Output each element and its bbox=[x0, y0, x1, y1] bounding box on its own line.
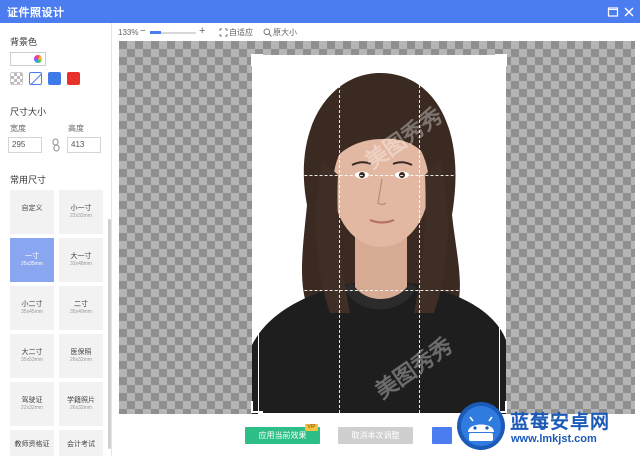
width-label: 宽度 bbox=[10, 124, 26, 133]
brand-url: www.lmkjst.com bbox=[511, 433, 597, 445]
grid-line bbox=[339, 60, 340, 413]
fit-button[interactable]: 自适应 bbox=[219, 27, 253, 38]
preset-driver-license[interactable]: 驾驶证 22x32mm bbox=[10, 382, 54, 426]
preset-dims: 26x32mm bbox=[70, 357, 92, 363]
height-input[interactable]: 413 bbox=[67, 137, 101, 153]
vip-badge: VIP bbox=[305, 424, 318, 431]
crop-handle-top-right[interactable] bbox=[495, 54, 507, 66]
preset-name: 医保照 bbox=[70, 349, 92, 356]
preset-small-one-inch[interactable]: 小一寸 22x32mm bbox=[59, 190, 103, 234]
preset-custom[interactable]: 自定义 bbox=[10, 190, 54, 234]
preset-name: 教师资格证 bbox=[14, 441, 50, 448]
grid-line bbox=[259, 175, 499, 176]
blueberry-logo-icon bbox=[455, 400, 507, 452]
preset-name: 小二寸 bbox=[21, 301, 43, 308]
photo-canvas[interactable]: 美图秀秀 美图秀秀 bbox=[119, 41, 635, 414]
zoom-in-icon[interactable]: + bbox=[199, 25, 205, 37]
width-input[interactable]: 295 bbox=[8, 137, 42, 153]
preset-dims: 22x32mm bbox=[21, 405, 43, 411]
common-sizes-label: 常用尺寸 bbox=[10, 175, 47, 185]
swatch-transparent[interactable] bbox=[10, 72, 23, 85]
zoom-slider-fill bbox=[150, 31, 161, 34]
preset-name: 一寸 bbox=[25, 253, 39, 260]
custom-color-picker[interactable] bbox=[10, 52, 46, 66]
brand-name: 蓝莓安卓网 bbox=[510, 412, 611, 433]
swatch-blue[interactable] bbox=[48, 72, 61, 85]
preset-name: 大二寸 bbox=[21, 349, 43, 356]
sidebar-scrollbar[interactable] bbox=[108, 219, 111, 449]
zoom-out-icon[interactable]: − bbox=[140, 26, 146, 37]
swatch-red[interactable] bbox=[67, 72, 80, 85]
grid-line bbox=[419, 60, 420, 413]
preset-two-inch[interactable]: 二寸 35x49mm bbox=[59, 286, 103, 330]
preset-name: 学籍照片 bbox=[67, 397, 95, 404]
preset-dims: 33x48mm bbox=[70, 261, 92, 267]
preset-large-one-inch[interactable]: 大一寸 33x48mm bbox=[59, 238, 103, 282]
preset-teacher-cert[interactable]: 教师资格证 bbox=[10, 430, 54, 456]
settings-sidebar: 背景色 尺寸大小 宽度 高度 295 413 常用尺寸 自定义 小一寸 22x3… bbox=[0, 23, 112, 456]
preset-dims: 26x32mm bbox=[70, 405, 92, 411]
preset-student-photo[interactable]: 学籍照片 26x32mm bbox=[59, 382, 103, 426]
extra-action-button[interactable] bbox=[432, 427, 452, 444]
cancel-adjust-button[interactable]: 取消本次调整 bbox=[338, 427, 413, 444]
palette-icon bbox=[34, 55, 42, 63]
crop-frame[interactable] bbox=[258, 59, 500, 414]
actual-size-label: 原大小 bbox=[273, 28, 297, 37]
actual-size-button[interactable]: 原大小 bbox=[263, 27, 297, 38]
zoom-level: 133% bbox=[118, 28, 139, 37]
preset-name: 会计考试 bbox=[67, 441, 95, 448]
preset-dims: 25x35mm bbox=[21, 261, 43, 267]
window-title: 证件照设计 bbox=[7, 7, 65, 19]
preset-dims: 35x45mm bbox=[21, 309, 43, 315]
preset-name: 大一寸 bbox=[70, 253, 92, 260]
crop-handle-top-left[interactable] bbox=[251, 54, 263, 66]
preset-large-two-inch[interactable]: 大二寸 35x53mm bbox=[10, 334, 54, 378]
preset-small-two-inch[interactable]: 小二寸 35x45mm bbox=[10, 286, 54, 330]
zoom-toolbar: 133% − + 自适应 原大小 bbox=[113, 23, 640, 41]
background-color-label: 背景色 bbox=[10, 37, 38, 47]
title-bar: 证件照设计 bbox=[0, 0, 640, 23]
maximize-icon[interactable] bbox=[607, 5, 619, 17]
swatch-white[interactable] bbox=[29, 72, 42, 85]
size-label: 尺寸大小 bbox=[10, 107, 47, 117]
preset-name: 自定义 bbox=[21, 205, 43, 212]
preset-one-inch[interactable]: 一寸 25x35mm bbox=[10, 238, 54, 282]
id-photo-window: 证件照设计 背景色 尺寸大小 宽度 高度 295 413 常用尺寸 自定义 小一… bbox=[0, 0, 640, 456]
preset-dims: 35x53mm bbox=[21, 357, 43, 363]
preset-name: 小一寸 bbox=[70, 205, 92, 212]
preset-name: 驾驶证 bbox=[21, 397, 43, 404]
height-label: 高度 bbox=[68, 124, 84, 133]
fit-icon bbox=[219, 28, 228, 37]
preset-name: 二寸 bbox=[74, 301, 88, 308]
crop-handle-bottom-left[interactable] bbox=[251, 401, 263, 413]
preset-dims: 22x32mm bbox=[70, 213, 92, 219]
link-ratio-icon[interactable] bbox=[50, 137, 62, 153]
preset-dims: 35x49mm bbox=[70, 309, 92, 315]
preset-accounting-exam[interactable]: 会计考试 bbox=[59, 430, 103, 456]
close-icon[interactable] bbox=[623, 5, 635, 17]
fit-label: 自适应 bbox=[229, 28, 253, 37]
grid-line bbox=[259, 290, 499, 291]
magnifier-icon bbox=[263, 28, 272, 37]
preset-medical-insurance[interactable]: 医保照 26x32mm bbox=[59, 334, 103, 378]
